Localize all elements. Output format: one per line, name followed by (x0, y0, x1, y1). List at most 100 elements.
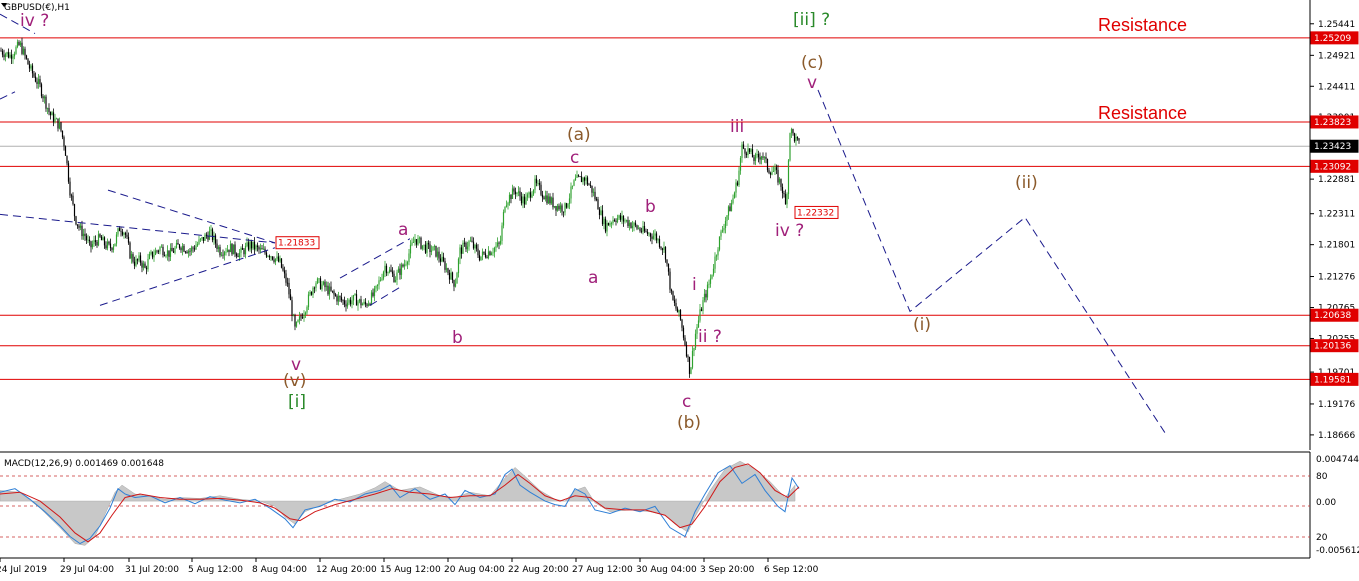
candle-body (666, 259, 668, 264)
candle-body (661, 248, 664, 250)
candle-body (700, 309, 703, 311)
candle-body (402, 264, 404, 267)
time-tick-label: 15 Aug 12:00 (380, 565, 441, 575)
candle-body (517, 191, 520, 193)
candle-body (391, 271, 394, 274)
candle-body (24, 48, 26, 56)
candle-body (573, 180, 575, 186)
candle-body (598, 209, 601, 215)
candle-body (238, 252, 241, 258)
candle-body (210, 229, 212, 231)
candle-body (87, 239, 89, 241)
candle-body (714, 256, 716, 269)
candle-body (681, 319, 683, 328)
candle-body (430, 250, 433, 252)
candle-body (141, 262, 143, 268)
candle-body (712, 268, 715, 275)
candle-body (778, 178, 781, 183)
candle-body (376, 284, 379, 286)
candle-body (790, 129, 793, 134)
candle-body (88, 239, 91, 242)
candle-body (582, 177, 584, 183)
candle-body (112, 246, 115, 250)
candle-body (364, 301, 367, 305)
wave-label: a (588, 268, 598, 288)
candle-body (103, 237, 106, 246)
macd-level-label: 80 (1316, 472, 1328, 482)
candle-body (136, 259, 139, 261)
candle-body (750, 149, 752, 152)
price-chart[interactable]: 1.21833 1.22332 Resistance Resistance iv ? [… (0, 0, 1359, 581)
candle-body (412, 242, 415, 243)
candle-body (259, 248, 262, 250)
candle-body (610, 223, 613, 224)
candle-body (372, 292, 374, 296)
candle-body (618, 215, 620, 219)
candle-body (747, 148, 749, 156)
candle-body (657, 239, 659, 241)
candle-body (595, 199, 598, 201)
candle-body (466, 246, 469, 250)
candle-body (10, 54, 13, 59)
candle-body (6, 52, 8, 55)
candle-body (16, 41, 19, 47)
candle-body (135, 259, 137, 266)
candle-body (174, 247, 176, 253)
candle-body (493, 247, 496, 253)
price-tick-label: 1.22311 (1318, 210, 1355, 220)
candle-body (433, 245, 436, 247)
candle-body (555, 206, 557, 211)
wave-label: c (570, 148, 579, 168)
candle-body (214, 235, 217, 244)
candle-body (75, 216, 77, 225)
price-box-label: 1.23823 (1314, 118, 1351, 128)
candle-body (541, 194, 544, 198)
candle-body (351, 300, 353, 305)
price-box-label: 1.23423 (1314, 142, 1351, 152)
candle-body (342, 300, 344, 301)
candle-body (660, 246, 662, 249)
candle-body (460, 247, 463, 254)
candle-body (457, 258, 460, 274)
candle-body (639, 228, 641, 231)
candle-body (31, 65, 34, 74)
time-tick-label: 6 Sep 12:00 (764, 565, 819, 575)
candle-body (655, 233, 658, 241)
candle-body (252, 241, 254, 249)
wave-label: iv ? (775, 221, 804, 241)
candle-body (328, 286, 331, 295)
candle-body (82, 233, 85, 237)
candle-body (109, 243, 112, 249)
candle-body (165, 255, 167, 257)
candle-body (190, 247, 193, 252)
candle-body (699, 309, 701, 321)
candle-body (735, 182, 737, 193)
wave-label: i (692, 275, 697, 295)
candle-body (744, 148, 746, 154)
candle-body (348, 299, 350, 303)
candle-body (253, 241, 256, 250)
candle-body (148, 254, 151, 259)
candle-body (234, 244, 236, 254)
candle-body (268, 256, 271, 258)
wave-label: b (645, 197, 656, 217)
candle-body (673, 300, 676, 303)
candle-body (37, 79, 40, 84)
candle-body (123, 233, 125, 235)
candle-body (45, 96, 47, 109)
price-tick-label: 1.24921 (1318, 51, 1355, 61)
candle-body (511, 188, 514, 199)
candle-body (585, 177, 587, 181)
candle-body (222, 254, 224, 256)
candle-body (156, 250, 158, 252)
candle-body (292, 315, 295, 317)
candle-body (312, 287, 314, 295)
price-box-label: 1.20638 (1314, 311, 1351, 321)
candle-body (760, 156, 763, 160)
candle-body (777, 169, 779, 183)
candle-body (420, 237, 422, 249)
candle-body (54, 118, 56, 123)
resistance-label: Resistance (1098, 15, 1187, 35)
candle-body (717, 249, 719, 256)
candle-body (723, 228, 725, 231)
